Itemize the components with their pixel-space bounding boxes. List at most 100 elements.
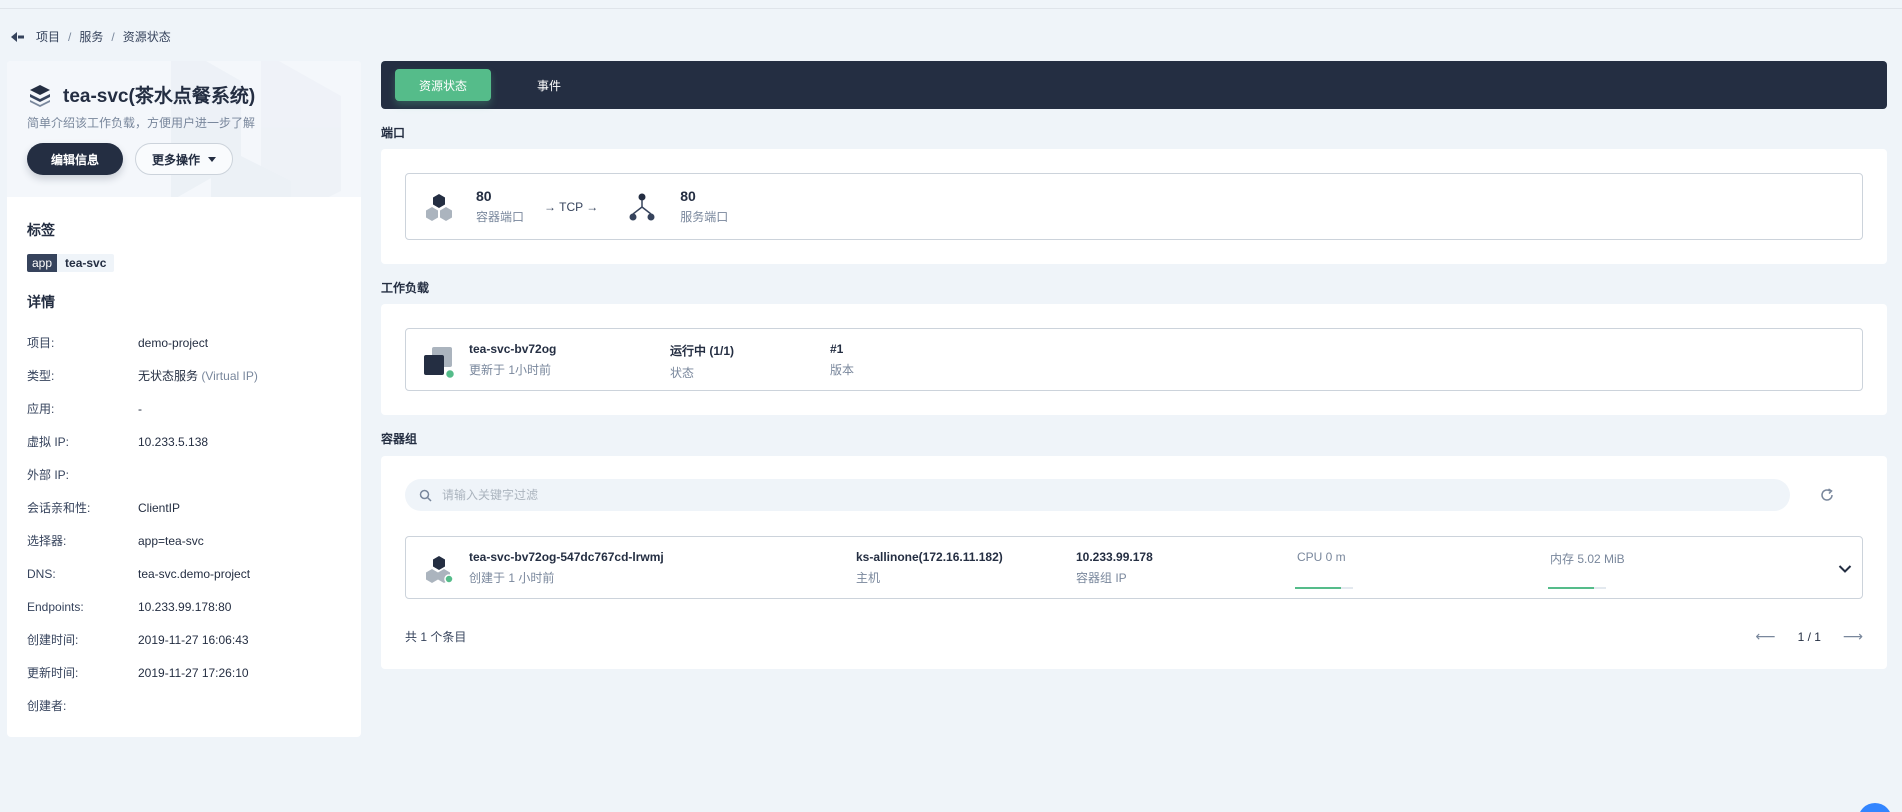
protocol-label: → TCP → [544,199,599,214]
pods-heading: 容器组 [381,432,418,446]
detail-row-dns: DNS: tea-svc.demo-project [27,557,341,590]
detail-type-extra: (Virtual IP) [201,369,258,383]
workload-status-label: 状态 [670,366,695,380]
pod-search-bar[interactable] [405,479,1790,511]
details-heading: 详情 [27,294,55,310]
pod-node-label: 主机 [856,571,881,585]
breadcrumb-services[interactable]: 服务 [79,28,103,45]
detail-value: 10.233.99.178:80 [138,599,232,614]
pod-name[interactable]: tea-svc-bv72og-547dc767cd-lrwmj [469,550,664,564]
pagination: ⟵ 1 / 1 ⟶ [1755,628,1863,645]
pod-row[interactable]: tea-svc-bv72og-547dc767cd-lrwmj 创建于 1 小时… [405,536,1863,599]
total-count: 共 1 个条目 [405,630,467,644]
chevron-down-icon[interactable] [1838,564,1852,574]
pod-created: 创建于 1 小时前 [469,571,555,585]
detail-row-selector: 选择器: app=tea-svc [27,524,341,557]
label-key: app [27,254,58,272]
breadcrumb: 项目 / 服务 / 资源状态 [8,28,171,45]
service-detail-panel: tea-svc(茶水点餐系统) 简单介绍该工作负载，方便用户进一步了解 编辑信息… [7,61,361,737]
label-value: tea-svc [57,254,115,272]
breadcrumb-separator: / [111,29,115,44]
workload-revision-label: 版本 [830,363,855,377]
service-port-value: 80 [680,188,696,204]
detail-value: tea-svc.demo-project [138,566,251,581]
pod-node[interactable]: ks-allinone(172.16.11.182) [856,550,1003,564]
detail-row-app: 应用: - [27,392,341,425]
cpu-usage-fill [1295,587,1342,589]
caret-down-icon [208,156,217,162]
detail-label: DNS: [27,566,56,581]
detail-value: 2019-11-27 16:06:43 [138,632,249,647]
cpu-usage-bar [1295,587,1353,589]
labels-list: app tea-svc [7,254,361,272]
back-arrow-icon[interactable] [8,30,28,44]
tab-events[interactable]: 事件 [525,77,573,94]
service-topology-icon [629,193,655,220]
detail-row-external-ip: 外部 IP: [27,458,341,491]
pod-cpu: CPU 0 m [1297,550,1346,564]
workload-revision: #1 [830,342,844,356]
detail-type-value: 无状态服务 [138,369,199,383]
detail-row-endpoints: Endpoints: 10.233.99.178:80 [27,590,341,623]
workload-name[interactable]: tea-svc-bv72og [469,342,556,356]
detail-row-updated: 更新时间: 2019-11-27 17:26:10 [27,656,341,689]
next-page-arrow-icon[interactable]: ⟶ [1843,628,1863,645]
tab-bar: 资源状态 事件 [381,61,1887,109]
pod-memory: 内存 5.02 MiB [1550,552,1625,566]
detail-value: 10.233.5.138 [138,434,209,449]
service-description: 简单介绍该工作负载，方便用户进一步了解 [27,116,256,130]
prev-page-arrow-icon[interactable]: ⟵ [1755,628,1775,645]
detail-row-created: 创建时间: 2019-11-27 16:06:43 [27,623,341,656]
workload-updated: 更新于 1小时前 [469,363,552,377]
search-icon [419,489,432,502]
service-port-label: 服务端口 [680,210,729,224]
pods-footer: 共 1 个条目 ⟵ 1 / 1 ⟶ [405,628,1863,645]
detail-label: 类型: [27,369,55,383]
more-actions-label: 更多操作 [152,152,201,167]
deployment-icon [424,347,456,379]
memory-usage-bar [1548,587,1606,589]
details-list: 项目: demo-project 类型: 无状态服务 (Virtual IP) 应用… [7,326,361,722]
tab-resource-status[interactable]: 资源状态 [395,69,492,101]
workload-heading: 工作负载 [381,281,430,295]
detail-row-virtual-ip: 虚拟 IP: 10.233.5.138 [27,425,341,458]
breadcrumb-separator: / [68,29,72,44]
detail-row-project: 项目: demo-project [27,326,341,359]
detail-label: 更新时间: [27,666,79,680]
edit-info-button[interactable]: 编辑信息 [27,143,124,175]
workload-status: 运行中 (1/1) [670,344,735,358]
detail-row-session-affinity: 会话亲和性: ClientIP [27,491,341,524]
help-floating-button[interactable] [1858,803,1892,812]
service-layers-icon [30,84,50,107]
ports-heading: 端口 [381,126,406,140]
detail-label: 项目: [27,336,55,350]
memory-usage-fill [1548,587,1595,589]
label-tag: app tea-svc [27,254,115,272]
detail-value: - [138,401,142,416]
breadcrumb-current: 资源状态 [122,30,171,44]
ports-card: 80 容器端口 → TCP → 80 服务端口 [381,149,1887,264]
more-actions-button[interactable]: 更多操作 [135,143,234,175]
detail-value: 无状态服务 (Virtual IP) [138,367,258,384]
container-hexagons-icon [426,193,452,221]
detail-label: Endpoints: [27,599,84,614]
detail-value: demo-project [138,335,209,350]
detail-row-creator: 创建者: [27,689,341,722]
detail-label: 外部 IP: [27,468,70,482]
pod-search-input[interactable] [442,488,1742,502]
detail-row-type: 类型: 无状态服务 (Virtual IP) [27,359,341,392]
pod-ip-label: 容器组 IP [1076,571,1127,585]
page-indicator: 1 / 1 [1797,629,1821,644]
service-title: tea-svc(茶水点餐系统) [63,86,256,107]
refresh-icon[interactable] [1819,487,1835,503]
detail-label: 虚拟 IP: [27,435,70,449]
pod-hexagons-icon [426,556,454,584]
workload-item[interactable]: tea-svc-bv72og 更新于 1小时前 运行中 (1/1) 状态 #1 … [405,328,1863,391]
detail-label: 创建者: [27,699,67,713]
labels-heading: 标签 [27,222,55,238]
service-header: tea-svc(茶水点餐系统) 简单介绍该工作负载，方便用户进一步了解 编辑信息… [7,61,361,197]
breadcrumb-project[interactable]: 项目 [36,28,60,45]
pods-card: tea-svc-bv72og-547dc767cd-lrwmj 创建于 1 小时… [381,456,1887,669]
detail-label: 会话亲和性: [27,501,91,515]
container-port-value: 80 [476,188,492,204]
